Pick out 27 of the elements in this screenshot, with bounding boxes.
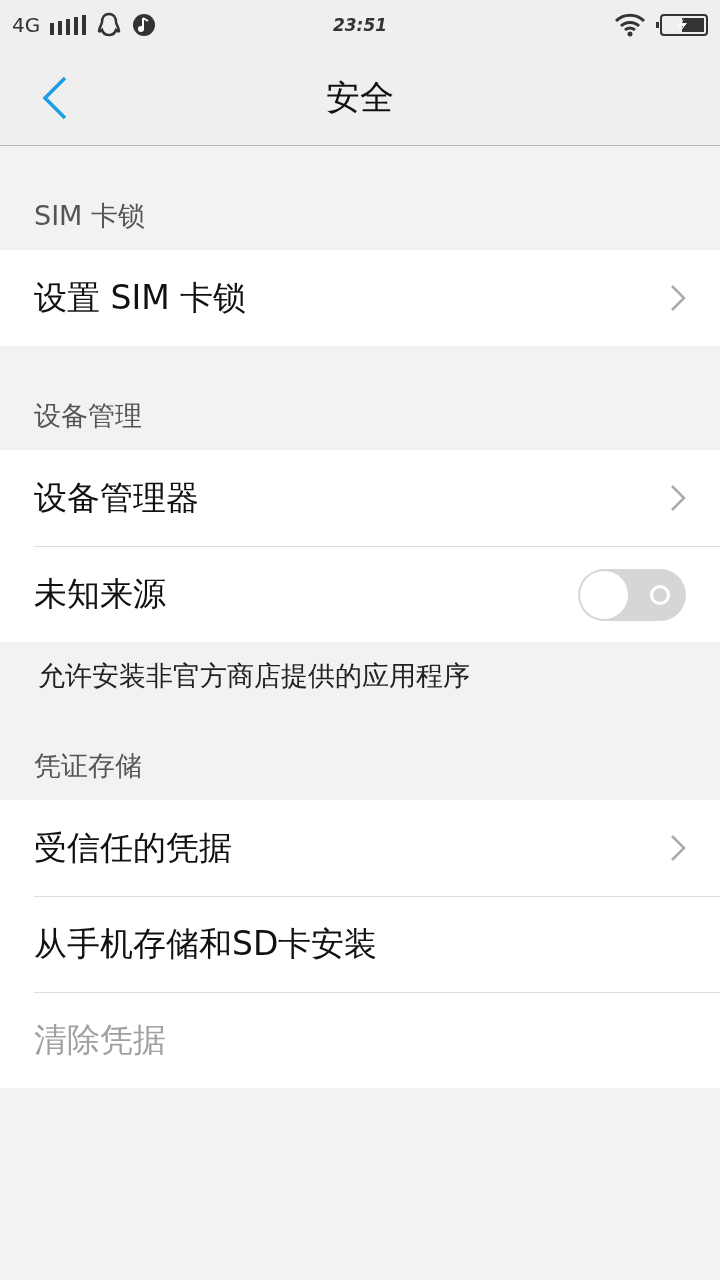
page-title: 安全 bbox=[326, 75, 394, 119]
section-header: SIM 卡锁 bbox=[33, 199, 146, 233]
music-note-icon bbox=[132, 13, 157, 37]
settings-row[interactable]: 未知来源 bbox=[34, 546, 720, 642]
chevron-right-icon bbox=[670, 284, 686, 312]
chevron-right-icon bbox=[670, 484, 686, 512]
penguin-icon bbox=[96, 12, 123, 38]
row-label: 设置 SIM 卡锁 bbox=[34, 276, 248, 319]
back-icon bbox=[42, 75, 68, 120]
section-header: 凭证存储 bbox=[33, 749, 143, 783]
settings-row[interactable]: 受信任的凭据 bbox=[34, 800, 720, 896]
section-note: 允许安装非官方商店提供的应用程序 bbox=[37, 659, 471, 693]
section-header: 设备管理 bbox=[33, 399, 143, 433]
battery-icon bbox=[656, 14, 708, 36]
row-label: 受信任的凭据 bbox=[34, 826, 233, 869]
settings-row[interactable]: 设备管理器 bbox=[34, 450, 720, 546]
row-label: 从手机存储和SD卡安装 bbox=[34, 923, 379, 965]
settings-row[interactable]: 从手机存储和SD卡安装 bbox=[34, 896, 720, 992]
wifi-icon bbox=[614, 13, 646, 37]
row-label: 设备管理器 bbox=[34, 476, 200, 519]
clock: 23:51 bbox=[332, 15, 388, 35]
row-label: 清除凭据 bbox=[34, 1019, 167, 1061]
network-type: 4G bbox=[12, 13, 41, 37]
signal-icon bbox=[50, 15, 87, 35]
toggle-switch[interactable] bbox=[578, 568, 686, 621]
row-label: 未知来源 bbox=[34, 573, 167, 615]
chevron-right-icon bbox=[670, 834, 686, 862]
